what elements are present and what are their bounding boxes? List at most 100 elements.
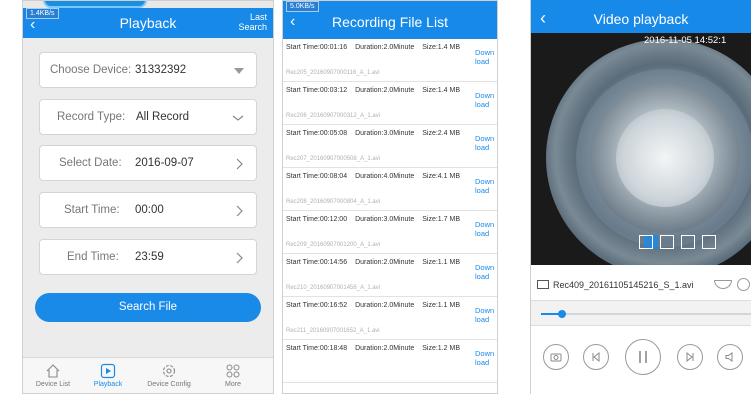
home-icon <box>46 364 60 378</box>
tab-label: Device List <box>35 381 71 388</box>
next-button[interactable] <box>677 344 703 370</box>
tab-playback[interactable]: Playback <box>78 358 138 393</box>
start-time-field[interactable]: Start Time: 00:00 <box>39 192 257 228</box>
record-info: Start Time:00:12:00 Duration:3.0Minute Siz… <box>286 216 460 223</box>
search-form: Choose Device: 31332392 Record Type: All… <box>23 38 273 357</box>
file-list-header: 5.0KB/s ‹ Recording File List <box>283 1 497 39</box>
camera-icon <box>550 353 562 362</box>
record-file-name: Rec209_20160907001200_A_1.avi <box>286 242 381 248</box>
more-icon <box>226 364 240 378</box>
list-item[interactable]: Start Time:00:14:56 Duration:2.0Minute Siz… <box>283 254 497 297</box>
network-speed: 5.0KB/s <box>286 1 319 12</box>
field-value: 2016-09-07 <box>135 157 194 169</box>
video-playback-screen: ‹ Video playback 2016-11-05 14:52:1 Rec4… <box>530 0 751 394</box>
record-file-name: Rec206_20160907000312_A_1.avi <box>286 113 381 119</box>
record-info: Start Time:00:16:52 Duration:2.0Minute Siz… <box>286 302 460 309</box>
tab-device-config[interactable]: Device Config <box>139 358 199 393</box>
previous-button[interactable] <box>583 344 609 370</box>
list-item[interactable]: Start Time:00:05:08 Duration:3.0Minute Siz… <box>283 125 497 168</box>
fisheye-video-frame <box>546 39 751 265</box>
download-button[interactable]: Down load <box>475 134 494 152</box>
download-button[interactable]: Down load <box>475 91 494 109</box>
dropdown-triangle-icon <box>234 68 244 74</box>
field-value: 23:59 <box>135 251 164 263</box>
video-player[interactable]: 2016-11-05 14:52:1 <box>531 33 751 265</box>
playback-header: 1.4KB/s ‹ Playback Last Search <box>23 8 273 38</box>
record-info: Start Time:00:05:08 Duration:3.0Minute Siz… <box>286 130 460 137</box>
page-title: Recording File List <box>332 14 448 30</box>
field-value: 00:00 <box>135 204 164 216</box>
record-info: Start Time:00:03:12 Duration:2.0Minute Siz… <box>286 87 460 94</box>
search-file-button[interactable]: Search File <box>35 293 261 322</box>
page-title: Playback <box>119 15 177 31</box>
chevron-down-icon <box>232 115 244 121</box>
play-icon <box>100 363 116 379</box>
tab-label: Playback <box>93 381 123 388</box>
tab-more[interactable]: More <box>203 358 263 393</box>
download-button[interactable]: Down load <box>475 263 494 281</box>
playback-screen: 1.4KB/s ‹ Playback Last Search Choose De… <box>22 0 274 394</box>
download-button[interactable]: Down load <box>475 177 494 195</box>
fisheye-mode-icon[interactable] <box>737 278 750 291</box>
record-file-name: Rec205_20160907000116_A_1.avi <box>286 70 380 76</box>
last-search-line1: Last <box>249 12 267 22</box>
list-item[interactable]: Start Time:00:03:12 Duration:2.0Minute Siz… <box>283 82 497 125</box>
video-file-icon <box>537 280 549 289</box>
download-button[interactable]: Down load <box>475 306 494 324</box>
record-info: Start Time:00:18:48 Duration:2.0Minute Siz… <box>286 345 460 352</box>
select-date-field[interactable]: Select Date: 2016-09-07 <box>39 145 257 181</box>
download-button[interactable]: Down load <box>475 48 494 66</box>
pause-icon <box>639 351 647 363</box>
list-item[interactable]: Start Time:00:18:48 Duration:2.0Minute Siz… <box>283 340 497 383</box>
field-label: End Time: <box>67 251 119 263</box>
field-label: Record Type: <box>57 111 126 123</box>
chevron-right-icon <box>236 252 243 264</box>
field-value: All Record <box>136 111 190 123</box>
record-info: Start Time:00:08:04 Duration:4.0Minute Siz… <box>286 173 460 180</box>
progress-knob[interactable] <box>558 310 566 318</box>
playing-file-bar: Rec409_20161105145216_S_1.avi <box>531 274 751 298</box>
download-button[interactable]: Down load <box>475 220 494 238</box>
snapshot-button[interactable] <box>543 344 569 370</box>
list-item[interactable]: Start Time:00:12:00 Duration:3.0Minute Siz… <box>283 211 497 254</box>
split-view-icon[interactable] <box>681 235 695 249</box>
end-time-field[interactable]: End Time: 23:59 <box>39 239 257 275</box>
grid-view-icon[interactable] <box>702 235 716 249</box>
top-pill-decoration <box>43 1 147 8</box>
ptz-icon[interactable] <box>714 280 732 289</box>
field-label: Start Time: <box>64 204 120 216</box>
previous-icon <box>592 351 600 363</box>
recording-file-list-screen: 5.0KB/s ‹ Recording File List Start Time… <box>282 0 498 394</box>
bottom-tab-bar: Device List Playback Device Config More <box>23 357 273 393</box>
playback-progress[interactable] <box>531 300 751 326</box>
speaker-icon <box>725 352 733 362</box>
tab-label: More <box>225 381 241 388</box>
record-info: Start Time:00:14:56 Duration:2.0Minute Siz… <box>286 259 460 266</box>
record-file-name: Rec207_20160907000508_A_1.avi <box>286 156 381 162</box>
video-timestamp: 2016-11-05 14:52:1 <box>644 35 727 46</box>
choose-device-field[interactable]: Choose Device: 31332392 <box>39 52 257 88</box>
quad-view-icon[interactable] <box>660 235 674 249</box>
record-file-name: Rec208_20160907000804_A_1.avi <box>286 199 381 205</box>
view-layout-icons <box>639 235 723 254</box>
record-type-field[interactable]: Record Type: All Record <box>39 99 257 135</box>
list-item[interactable]: Start Time:00:08:04 Duration:4.0Minute Siz… <box>283 168 497 211</box>
chevron-right-icon <box>236 158 243 170</box>
pause-button[interactable] <box>625 339 661 375</box>
playback-controls <box>531 330 751 394</box>
list-item[interactable]: Start Time:00:16:52 Duration:2.0Minute Siz… <box>283 297 497 340</box>
last-search-button[interactable]: Last Search <box>238 12 267 32</box>
field-label: Select Date: <box>59 157 122 169</box>
gear-icon <box>162 364 176 378</box>
page-title: Video playback <box>593 11 689 27</box>
list-item[interactable]: Start Time:00:01:16 Duration:2.0Minute Siz… <box>283 39 497 82</box>
record-file-name: Rec210_20160907001456_A_1.avi <box>286 285 381 291</box>
field-label: Choose Device: <box>50 64 132 76</box>
single-view-icon[interactable] <box>639 235 653 249</box>
download-button[interactable]: Down load <box>475 349 494 367</box>
playing-file-name: Rec409_20161105145216_S_1.avi <box>553 280 694 290</box>
tab-label: Device Config <box>147 381 191 388</box>
tab-device-list[interactable]: Device List <box>23 358 83 393</box>
volume-button[interactable] <box>717 344 743 370</box>
field-value: 31332392 <box>135 64 187 76</box>
